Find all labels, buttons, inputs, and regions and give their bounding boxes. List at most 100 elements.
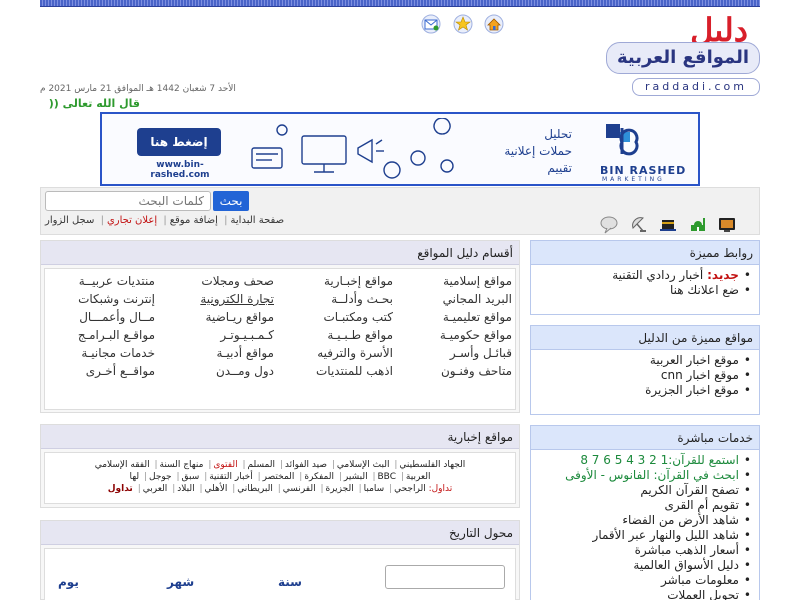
- news-sites-panel: مواقع إخبارية الجهاد الفلسطيني| البث الإ…: [40, 424, 520, 508]
- category-link[interactable]: منتديات عربيــة: [65, 272, 155, 290]
- category-link[interactable]: كتب ومكتبـات: [293, 308, 394, 326]
- news-link[interactable]: الجزيرة: [326, 484, 354, 494]
- category-link[interactable]: تجارة الكترونية: [174, 290, 274, 308]
- news-link[interactable]: البلاد: [177, 484, 194, 494]
- category-link[interactable]: البريد المجاني: [412, 290, 512, 308]
- day-label: يوم: [58, 575, 79, 589]
- category-link[interactable]: إنترنت وشبكات: [65, 290, 155, 308]
- nav-link-guestbook[interactable]: سجل الزوار: [45, 215, 94, 226]
- site-logo[interactable]: دليل المواقع العربية raddadi.com: [600, 12, 760, 98]
- search-input[interactable]: [45, 191, 211, 211]
- news-link[interactable]: سبق: [182, 472, 200, 482]
- news-link[interactable]: الأهلي: [205, 484, 228, 494]
- category-link[interactable]: اذهب للمنتديات: [293, 362, 393, 380]
- featured-link[interactable]: ضع اعلانك هنا: [537, 283, 751, 298]
- banner-services-list: تحليل حملات إعلانية تقييم: [482, 126, 572, 177]
- category-link[interactable]: خدمات مجانيـة: [65, 344, 155, 362]
- category-link[interactable]: مواقـع البـرامـج: [65, 326, 155, 344]
- news-line-general: العربية| BBC| البشير| المفكرة| المختصر| …: [129, 472, 431, 482]
- category-link[interactable]: متاحف وفنـون: [412, 362, 512, 380]
- category-link[interactable]: دول ومــدن: [174, 362, 274, 380]
- service-link[interactable]: ابحث في القرآن: الفانوس - الأوفى: [537, 468, 751, 483]
- service-link[interactable]: تحويل العملات: [537, 588, 751, 600]
- news-link[interactable]: منهاج السنة: [160, 460, 204, 470]
- news-link[interactable]: العربي: [143, 484, 168, 494]
- date-converter-input[interactable]: [385, 565, 505, 589]
- categories-grid: مواقع إسلامية البريد المجاني مواقع تعليم…: [44, 268, 516, 410]
- category-link[interactable]: مواقع طـبـيـة: [293, 326, 393, 344]
- category-link[interactable]: الأسرة والترفيه: [293, 344, 393, 362]
- nav-link-home[interactable]: صفحة البداية: [231, 215, 285, 226]
- nav-link-advertise[interactable]: إعلان تجاري: [107, 215, 157, 226]
- banner-item: تقييم: [547, 161, 572, 175]
- category-link[interactable]: كـمـبـيـوتـر: [174, 326, 274, 344]
- news-link[interactable]: الفرنسي: [283, 484, 316, 494]
- category-link[interactable]: مواقع أدبيـة: [174, 344, 275, 362]
- news-link[interactable]: البشير: [344, 472, 368, 482]
- featured-site-link[interactable]: موقع اخبار cnn: [537, 368, 751, 383]
- news-links: الجهاد الفلسطيني| البث الإسلامي| صيد الف…: [44, 452, 516, 504]
- satellite-dish-icon[interactable]: [629, 214, 649, 234]
- news-link[interactable]: الجهاد الفلسطيني: [399, 460, 465, 470]
- date-converter-title: محول التاريخ: [41, 521, 519, 545]
- featured-site-link[interactable]: موقع اخبار الجزيرة: [537, 383, 751, 398]
- service-link[interactable]: أسعار الذهب مباشرة: [537, 543, 751, 558]
- news-link[interactable]: المسلم: [248, 460, 275, 470]
- news-link[interactable]: جوجل: [149, 472, 172, 482]
- service-link[interactable]: شاهد الأرض من الفضاء: [537, 513, 751, 528]
- category-link[interactable]: قبائـل وأسـر: [412, 344, 512, 362]
- category-link[interactable]: مواقع حكوميـة: [412, 326, 512, 344]
- service-link[interactable]: استمع للقرآن:1 2 3 4 5 6 7 8: [537, 453, 751, 468]
- service-link[interactable]: شاهد الليل والنهار عبر الأقمار: [537, 528, 751, 543]
- service-link[interactable]: معلومات مباشر: [537, 573, 751, 588]
- category-link[interactable]: بحـث وأدلــة: [293, 290, 393, 308]
- category-link[interactable]: مواقع إسلامية: [412, 272, 512, 290]
- service-link[interactable]: تصفح القرآن الكريم: [537, 483, 751, 498]
- news-link[interactable]: صيد الفوائد: [285, 460, 327, 470]
- category-column: صحف ومجلات تجارة الكترونية مواقع ريـاضية…: [174, 272, 274, 380]
- advertisement-banner[interactable]: إضغط هنا www.bin-rashed.com تحليل حملات …: [100, 112, 700, 186]
- news-link[interactable]: المفكرة: [304, 472, 334, 482]
- featured-site-link[interactable]: موقع اخبار العربية: [537, 353, 751, 368]
- news-link[interactable]: الفقه الإسلامي: [95, 460, 150, 470]
- category-link[interactable]: مواقع إخبـارية: [293, 272, 393, 290]
- category-column: مواقع إخبـارية بحـث وأدلــة كتب ومكتبـات…: [293, 272, 393, 380]
- news-link[interactable]: تداول: [108, 484, 133, 494]
- news-link[interactable]: الفتوى: [213, 460, 237, 470]
- news-link[interactable]: أخبار التقنية: [209, 472, 253, 482]
- news-link[interactable]: الراجحي: [394, 484, 426, 494]
- news-line-markets: تداول: الراجحي| سامبا| الجزيرة| الفرنسي|…: [107, 484, 453, 494]
- star-icon[interactable]: [453, 14, 473, 34]
- date-converter-form: سنة شهر يوم: [44, 548, 516, 600]
- category-link[interactable]: مواقع تعليميـة: [412, 308, 512, 326]
- category-link[interactable]: مواقع ريـاضية: [174, 308, 274, 326]
- category-link[interactable]: صحف ومجلات: [174, 272, 274, 290]
- nav-link-add-site[interactable]: إضافة موقع: [170, 215, 218, 226]
- category-link[interactable]: مواقــع أخـرى: [65, 362, 155, 380]
- news-link[interactable]: لها: [129, 472, 139, 482]
- date-converter-panel: محول التاريخ سنة شهر يوم: [40, 520, 520, 600]
- news-link[interactable]: BBC: [378, 472, 396, 482]
- news-link[interactable]: البريطاني: [237, 484, 273, 494]
- mosque-icon[interactable]: [688, 214, 708, 234]
- banner-item: حملات إعلانية: [504, 144, 572, 158]
- news-link[interactable]: المختصر: [263, 472, 295, 482]
- search-button[interactable]: بحث: [213, 191, 249, 211]
- chat-bubble-icon[interactable]: [599, 214, 619, 234]
- email-icon[interactable]: [421, 14, 441, 34]
- category-link[interactable]: مــال وأعمـــال: [65, 308, 155, 326]
- featured-link-text[interactable]: ضع اعلانك هنا: [670, 283, 739, 297]
- live-services-list: استمع للقرآن:1 2 3 4 5 6 7 8 ابحث في الق…: [531, 450, 759, 600]
- featured-link[interactable]: جديد: أخبار ردادي التقنية: [537, 268, 751, 283]
- kaaba-icon[interactable]: [658, 214, 678, 234]
- categories-panel: أقسام دليل المواقع مواقع إسلامية البريد …: [40, 240, 520, 413]
- featured-link-text[interactable]: أخبار ردادي التقنية: [612, 268, 703, 282]
- news-link[interactable]: سامبا: [364, 484, 385, 494]
- service-link[interactable]: دليل الأسواق العالمية: [537, 558, 751, 573]
- service-link[interactable]: تقويم أم القرى: [537, 498, 751, 513]
- banner-cta-button[interactable]: إضغط هنا: [137, 128, 221, 156]
- tv-icon[interactable]: [717, 214, 737, 234]
- home-icon[interactable]: [484, 14, 504, 34]
- news-link[interactable]: العربية: [406, 472, 431, 482]
- news-link[interactable]: البث الإسلامي: [337, 460, 390, 470]
